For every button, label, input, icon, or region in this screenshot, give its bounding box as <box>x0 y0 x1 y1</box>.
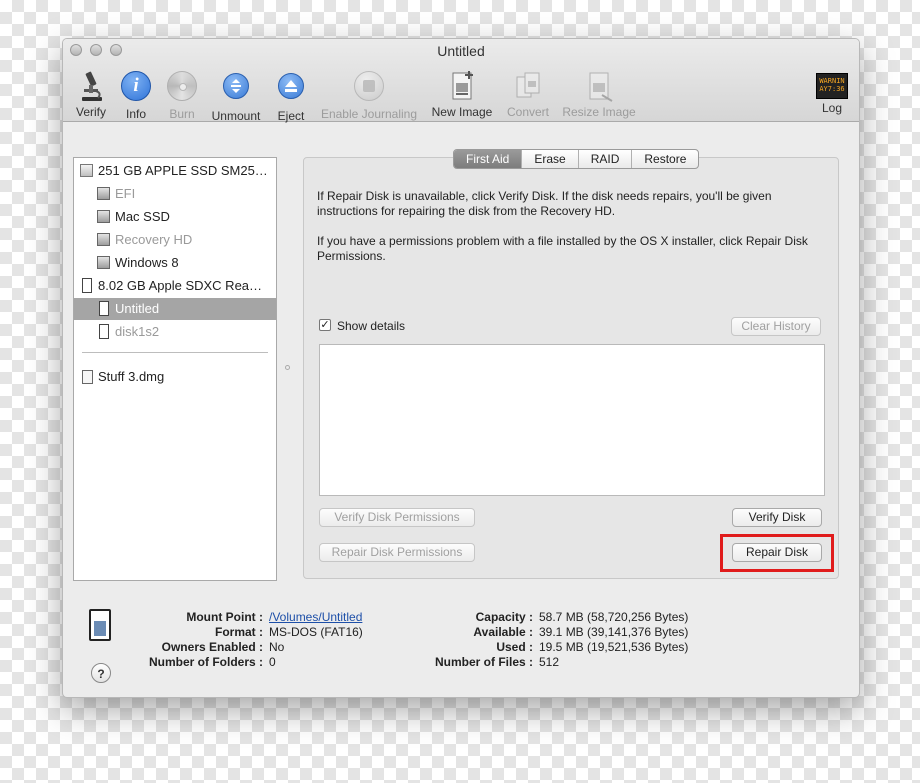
sidebar-item-recovery-hd[interactable]: Recovery HD <box>74 229 276 251</box>
eject-label: Eject <box>277 109 305 123</box>
burn-button[interactable]: Burn <box>163 69 201 121</box>
log-icon-line-2: AY7:36 <box>819 85 845 93</box>
sidebar-item-disk1s2[interactable]: disk1s2 <box>74 321 276 343</box>
sidebar-item-ssd-drive[interactable]: 251 GB APPLE SSD SM25… <box>74 160 276 182</box>
available-label: Available : <box>473 625 533 639</box>
eject-button[interactable]: Eject <box>273 69 309 123</box>
new-image-button[interactable]: New Image <box>429 69 495 119</box>
sd-card-icon <box>99 324 109 339</box>
toolbar: Untitled Verify i Info Burn Unmount Ejec… <box>63 39 859 123</box>
sidebar-divider <box>82 352 268 353</box>
help-button[interactable]: ? <box>91 663 111 683</box>
mount-point-label: Mount Point : <box>186 610 263 624</box>
enable-journaling-label: Enable Journaling <box>320 107 418 121</box>
disk-image-icon <box>82 370 93 384</box>
available-value: 39.1 MB (39,141,376 Bytes) <box>539 625 689 639</box>
sidebar-item-mac-ssd[interactable]: Mac SSD <box>74 206 276 228</box>
unmount-button[interactable]: Unmount <box>205 69 267 123</box>
info-label: Info <box>125 107 146 121</box>
log-label: Log <box>821 101 843 115</box>
unmount-label: Unmount <box>211 109 261 123</box>
verify-disk-button[interactable]: Verify Disk <box>732 508 822 527</box>
resize-image-button[interactable]: Resize Image <box>559 69 639 119</box>
sd-card-icon <box>99 301 109 316</box>
tab-bar: First Aid Erase RAID Restore <box>453 149 700 169</box>
volume-icon <box>97 210 110 223</box>
resize-image-icon <box>582 69 616 103</box>
used-label: Used : <box>496 640 533 654</box>
details-log-area[interactable] <box>319 344 825 496</box>
repair-disk-instructions: If Repair Disk is unavailable, click Ver… <box>317 189 772 218</box>
convert-label: Convert <box>506 105 550 119</box>
window-title: Untitled <box>437 43 485 59</box>
tab-restore[interactable]: Restore <box>632 150 698 168</box>
tab-erase[interactable]: Erase <box>522 150 579 168</box>
new-image-icon <box>445 69 479 103</box>
unmount-icon <box>219 73 253 107</box>
tab-first-aid[interactable]: First Aid <box>454 150 523 168</box>
permissions-instructions: If you have a permissions problem with a… <box>317 234 808 263</box>
volume-icon <box>97 256 110 269</box>
mount-point-link[interactable]: /Volumes/Untitled <box>269 610 362 624</box>
microscope-icon <box>74 69 108 103</box>
number-of-folders-value: 0 <box>269 655 276 669</box>
show-details-label: Show details <box>337 319 406 333</box>
resize-image-label: Resize Image <box>562 105 636 119</box>
disk-utility-window: Untitled Verify i Info Burn Unmount Ejec… <box>62 38 860 698</box>
sidebar-item-untitled[interactable]: Untitled <box>74 298 276 320</box>
capacity-value: 58.7 MB (58,720,256 Bytes) <box>539 610 689 624</box>
number-of-folders-label: Number of Folders : <box>148 655 263 669</box>
repair-disk-highlight-box <box>720 534 834 572</box>
burn-disc-icon <box>165 71 199 105</box>
convert-button[interactable]: Convert <box>501 69 555 119</box>
log-icon-line-1: WARNIN <box>819 77 845 85</box>
sidebar-item-windows-8[interactable]: Windows 8 <box>74 252 276 274</box>
sd-card-icon <box>82 278 92 293</box>
used-value: 19.5 MB (19,521,536 Bytes) <box>539 640 689 654</box>
owners-enabled-value: No <box>269 640 285 654</box>
clear-history-button[interactable]: Clear History <box>731 317 821 336</box>
owners-enabled-label: Owners Enabled : <box>161 640 263 654</box>
hard-drive-icon <box>80 164 93 177</box>
log-icon: WARNIN AY7:36 <box>816 73 848 99</box>
verify-label: Verify <box>75 105 106 119</box>
device-sidebar[interactable]: 251 GB APPLE SSD SM25… EFI Mac SSD Recov… <box>73 157 277 581</box>
verify-button[interactable]: Verify <box>71 69 111 119</box>
verify-disk-permissions-button[interactable]: Verify Disk Permissions <box>319 508 475 527</box>
info-icon: i <box>119 71 153 105</box>
new-image-label: New Image <box>431 105 493 119</box>
repair-disk-permissions-button[interactable]: Repair Disk Permissions <box>319 543 475 562</box>
format-value: MS-DOS (FAT16) <box>269 625 363 639</box>
convert-icon <box>511 69 545 103</box>
sidebar-item-sdxc-reader[interactable]: 8.02 GB Apple SDXC Rea… <box>74 275 276 297</box>
eject-icon <box>274 73 308 107</box>
split-view-handle[interactable] <box>285 365 290 370</box>
format-label: Format : <box>215 625 263 639</box>
log-button[interactable]: WARNIN AY7:36 Log <box>815 69 849 115</box>
show-details-checkbox[interactable]: ✓ <box>319 319 331 331</box>
burn-label: Burn <box>169 107 195 121</box>
info-button[interactable]: i Info <box>117 69 155 121</box>
journaling-icon <box>352 71 386 105</box>
sidebar-item-efi[interactable]: EFI <box>74 183 276 205</box>
volume-icon <box>97 233 110 246</box>
enable-journaling-button[interactable]: Enable Journaling <box>317 69 421 121</box>
tab-raid[interactable]: RAID <box>579 150 633 168</box>
number-of-files-label: Number of Files : <box>434 655 533 669</box>
selected-sd-card-icon <box>89 609 111 641</box>
sidebar-item-stuff-3-dmg[interactable]: Stuff 3.dmg <box>74 366 276 388</box>
volume-icon <box>97 187 110 200</box>
capacity-label: Capacity : <box>475 610 533 624</box>
number-of-files-value: 512 <box>539 655 560 669</box>
